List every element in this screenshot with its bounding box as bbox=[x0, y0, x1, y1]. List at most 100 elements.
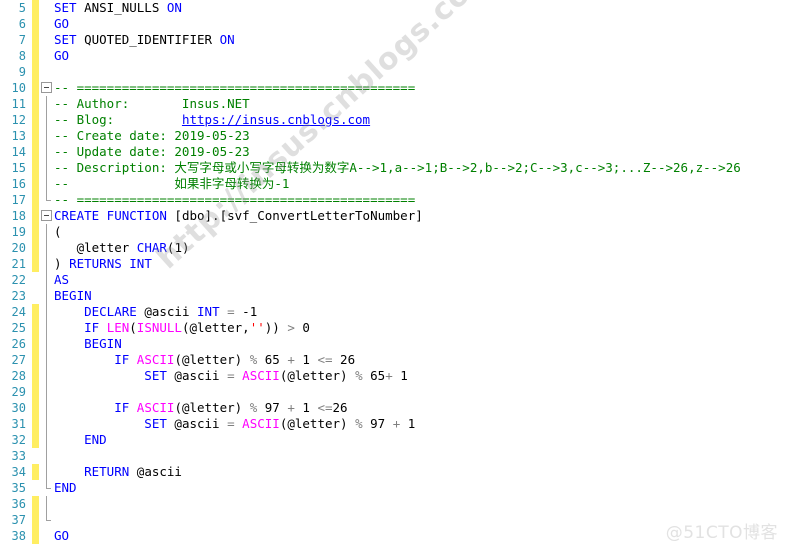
line-number: 29 bbox=[11, 385, 26, 399]
line-number: 16 bbox=[11, 177, 26, 191]
code-line[interactable]: 13 -- Create date: 2019-05-23 bbox=[0, 128, 786, 144]
outlining-column bbox=[40, 32, 54, 48]
code-text[interactable]: AS bbox=[54, 272, 69, 288]
code-line[interactable]: 15 -- Description: 大写字母或小写字母转换为数字A-->1,a-… bbox=[0, 160, 786, 176]
code-text[interactable]: GO bbox=[54, 16, 69, 32]
outlining-column bbox=[40, 160, 54, 176]
code-line[interactable]: 20 @letter CHAR(1) bbox=[0, 240, 786, 256]
code-line[interactable]: 32 END bbox=[0, 432, 786, 448]
change-bar bbox=[32, 240, 39, 256]
change-bar bbox=[32, 400, 39, 416]
code-text[interactable]: -- Blog: https://insus.cnblogs.com bbox=[54, 112, 370, 128]
code-line[interactable]: 7 SET QUOTED_IDENTIFIER ON bbox=[0, 32, 786, 48]
code-line[interactable]: 30 IF ASCII(@letter) % 97 + 1 <=26 bbox=[0, 400, 786, 416]
outlining-column bbox=[40, 384, 54, 400]
code-text[interactable]: END bbox=[54, 432, 107, 448]
code-text[interactable]: DECLARE @ascii INT = -1 bbox=[54, 304, 257, 320]
line-number: 36 bbox=[11, 497, 26, 511]
outlining-column bbox=[40, 176, 54, 192]
outlining-column bbox=[40, 432, 54, 448]
collapse-minus-icon[interactable] bbox=[41, 82, 52, 93]
code-text[interactable]: @letter CHAR(1) bbox=[54, 240, 190, 256]
change-bar bbox=[32, 416, 39, 432]
line-number: 12 bbox=[11, 113, 26, 127]
code-text[interactable]: SET ANSI_NULLS ON bbox=[54, 0, 182, 16]
code-line[interactable]: 23 BEGIN bbox=[0, 288, 786, 304]
outlining-column bbox=[40, 416, 54, 432]
code-line[interactable]: 9 bbox=[0, 64, 786, 80]
code-text[interactable]: ) RETURNS INT bbox=[54, 256, 152, 272]
line-number: 6 bbox=[18, 17, 26, 31]
code-line[interactable]: 11 -- Author: Insus.NET bbox=[0, 96, 786, 112]
code-line[interactable]: 14 -- Update date: 2019-05-23 bbox=[0, 144, 786, 160]
outlining-guide bbox=[46, 304, 47, 320]
outlining-guide bbox=[46, 256, 47, 272]
outlining-guide bbox=[46, 128, 47, 144]
change-bar bbox=[32, 496, 39, 512]
code-line[interactable]: 24 DECLARE @ascii INT = -1 bbox=[0, 304, 786, 320]
code-line[interactable]: 5 SET ANSI_NULLS ON bbox=[0, 0, 786, 16]
code-text[interactable]: IF ASCII(@letter) % 97 + 1 <=26 bbox=[54, 400, 347, 416]
code-line[interactable]: 28 SET @ascii = ASCII(@letter) % 65+ 1 bbox=[0, 368, 786, 384]
outlining-column bbox=[40, 464, 54, 480]
outlining-guide bbox=[46, 144, 47, 160]
code-text[interactable]: BEGIN bbox=[54, 288, 92, 304]
code-line[interactable]: 38 GO bbox=[0, 528, 786, 544]
code-text[interactable]: RETURN @ascii bbox=[54, 464, 182, 480]
code-line[interactable]: 37 bbox=[0, 512, 786, 528]
code-text[interactable]: ( bbox=[54, 224, 62, 240]
code-text[interactable]: -- =====================================… bbox=[54, 80, 415, 96]
code-editor[interactable]: 5 SET ANSI_NULLS ON 6 GO 7 SET QUOTED_IDENTIF… bbox=[0, 0, 786, 551]
line-number: 26 bbox=[11, 337, 26, 351]
code-line[interactable]: 19 ( bbox=[0, 224, 786, 240]
code-text[interactable]: SET @ascii = ASCII(@letter) % 97 + 1 bbox=[54, 416, 415, 432]
code-text[interactable]: -- =====================================… bbox=[54, 192, 415, 208]
code-text[interactable]: SET QUOTED_IDENTIFIER ON bbox=[54, 32, 235, 48]
collapse-minus-icon[interactable] bbox=[41, 210, 52, 221]
outlining-guide bbox=[46, 320, 47, 336]
code-line[interactable]: 21) RETURNS INT bbox=[0, 256, 786, 272]
code-text[interactable]: BEGIN bbox=[54, 336, 122, 352]
code-line[interactable]: 29 bbox=[0, 384, 786, 400]
outlining-column[interactable] bbox=[40, 80, 54, 96]
code-line[interactable]: 33 bbox=[0, 448, 786, 464]
outlining-guide bbox=[46, 272, 47, 288]
code-text[interactable]: -- 如果非字母转换为-1 bbox=[54, 176, 289, 192]
outlining-column[interactable] bbox=[40, 208, 54, 224]
code-text[interactable]: SET @ascii = ASCII(@letter) % 65+ 1 bbox=[54, 368, 408, 384]
code-line[interactable]: 36 bbox=[0, 496, 786, 512]
code-text[interactable]: -- Create date: 2019-05-23 bbox=[54, 128, 250, 144]
line-number: 27 bbox=[11, 353, 26, 367]
code-text[interactable]: -- Update date: 2019-05-23 bbox=[54, 144, 250, 160]
code-line[interactable]: 12 -- Blog: https://insus.cnblogs.com bbox=[0, 112, 786, 128]
code-line[interactable]: 6 GO bbox=[0, 16, 786, 32]
code-line[interactable]: 16 -- 如果非字母转换为-1 bbox=[0, 176, 786, 192]
outlining-guide bbox=[46, 400, 47, 416]
code-line[interactable]: 25 IF LEN(ISNULL(@letter,'')) > 0 bbox=[0, 320, 786, 336]
code-text[interactable]: GO bbox=[54, 48, 69, 64]
line-number: 17 bbox=[11, 193, 26, 207]
code-line[interactable]: 34 RETURN @ascii bbox=[0, 464, 786, 480]
code-line[interactable]: 26 BEGIN bbox=[0, 336, 786, 352]
code-line[interactable]: 22 AS bbox=[0, 272, 786, 288]
code-text[interactable]: -- Description: 大写字母或小写字母转换为数字A-->1,a-->… bbox=[54, 160, 741, 176]
code-text[interactable]: -- Author: Insus.NET bbox=[54, 96, 250, 112]
outlining-column bbox=[40, 48, 54, 64]
code-line[interactable]: 27 IF ASCII(@letter) % 65 + 1 <= 26 bbox=[0, 352, 786, 368]
code-line[interactable]: 18 CREATE FUNCTION [dbo].[svf_ConvertLett… bbox=[0, 208, 786, 224]
code-text[interactable]: CREATE FUNCTION [dbo].[svf_ConvertLetter… bbox=[54, 208, 423, 224]
line-number: 24 bbox=[11, 305, 26, 319]
outlining-guide bbox=[46, 368, 47, 384]
code-lines-container[interactable]: 5 SET ANSI_NULLS ON 6 GO 7 SET QUOTED_IDENTIF… bbox=[0, 0, 786, 544]
outlining-column bbox=[40, 320, 54, 336]
code-text[interactable]: IF ASCII(@letter) % 65 + 1 <= 26 bbox=[54, 352, 355, 368]
code-line[interactable]: 10 -- ===================================… bbox=[0, 80, 786, 96]
code-line[interactable]: 35 END bbox=[0, 480, 786, 496]
code-text[interactable]: IF LEN(ISNULL(@letter,'')) > 0 bbox=[54, 320, 310, 336]
code-text[interactable]: END bbox=[54, 480, 77, 496]
code-line[interactable]: 31 SET @ascii = ASCII(@letter) % 97 + 1 bbox=[0, 416, 786, 432]
code-text[interactable]: GO bbox=[54, 528, 69, 544]
code-line[interactable]: 17 -- ===================================… bbox=[0, 192, 786, 208]
outlining-column bbox=[40, 480, 54, 496]
code-line[interactable]: 8 GO bbox=[0, 48, 786, 64]
